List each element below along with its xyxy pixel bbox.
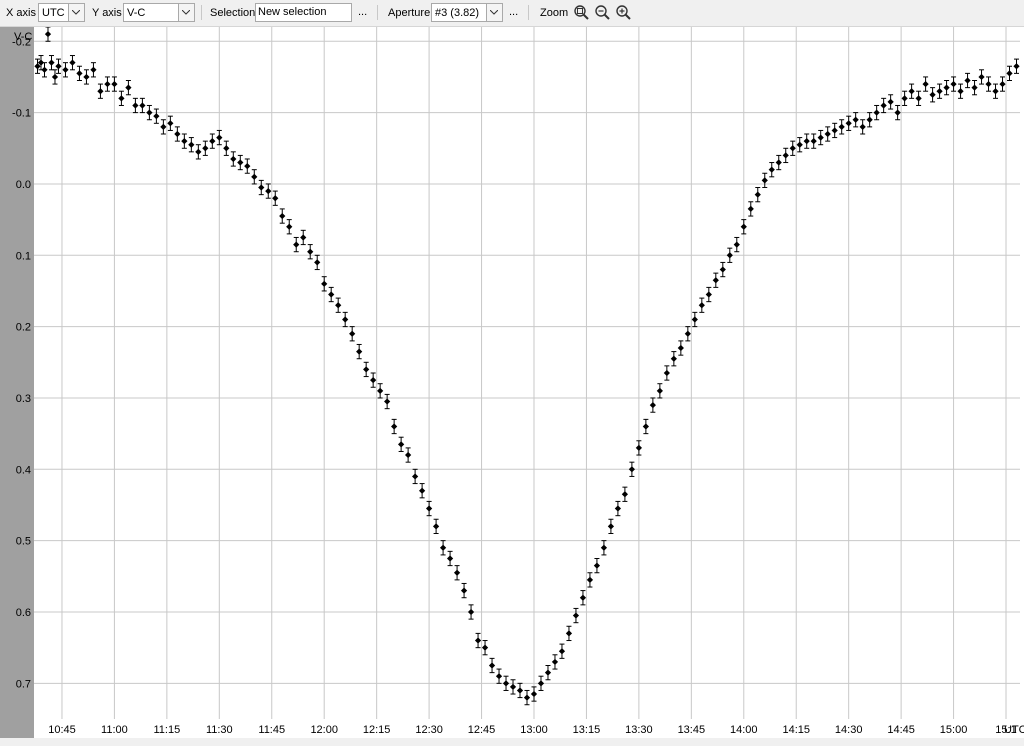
x-tick-label: 11:15 bbox=[154, 724, 181, 736]
x-tick-label: 13:45 bbox=[678, 724, 706, 736]
x-tick-label: 13:00 bbox=[520, 724, 548, 736]
x-tick-label: 10:45 bbox=[48, 724, 76, 736]
aperture-value: #3 (3.82) bbox=[435, 7, 480, 19]
x-axis-label: X axis bbox=[6, 7, 36, 19]
y-axis-title: V-C bbox=[14, 31, 32, 43]
x-tick-label: 12:45 bbox=[468, 724, 496, 736]
selection-label: Selection bbox=[210, 7, 256, 19]
toolbar-separator bbox=[528, 5, 529, 20]
y-axis-label: Y axis bbox=[92, 7, 122, 19]
zoom-out-icon[interactable] bbox=[594, 4, 612, 22]
toolbar-separator bbox=[201, 5, 202, 20]
y-tick-label: 0.6 bbox=[16, 607, 31, 619]
x-tick-label: 12:00 bbox=[310, 724, 338, 736]
toolbar-separator bbox=[377, 5, 378, 20]
y-tick-label: 0.7 bbox=[16, 678, 31, 690]
light-curve-chart[interactable]: -0.2 -0.1 0.0 0.1 0.2 0.3 0.4 0.5 0.6 0.7 10:45 11… bbox=[0, 26, 1024, 743]
selection-more-button[interactable]: ... bbox=[358, 6, 367, 18]
x-tick-label: 12:30 bbox=[415, 724, 443, 736]
chart-svg[interactable]: -0.2-0.10.00.10.20.30.40.50.60.7 10:45 11… bbox=[0, 26, 1024, 743]
y-tick-label: 0.4 bbox=[16, 464, 31, 476]
aperture-dropdown-button[interactable] bbox=[486, 4, 502, 21]
zoom-label: Zoom bbox=[540, 7, 569, 19]
x-tick-label: 11:00 bbox=[101, 724, 128, 736]
aperture-select[interactable]: #3 (3.82) bbox=[431, 3, 503, 22]
y-tick-label: 0.5 bbox=[16, 536, 31, 548]
zoom-fit-icon[interactable] bbox=[573, 4, 591, 22]
aperture-label: Aperture bbox=[388, 7, 431, 19]
x-tick-label: 12:15 bbox=[363, 724, 391, 736]
x-axis-select[interactable]: UTC bbox=[38, 3, 85, 22]
x-tick-label: 13:30 bbox=[625, 724, 653, 736]
selection-field[interactable] bbox=[255, 3, 352, 22]
plot-area[interactable] bbox=[34, 27, 1024, 719]
y-axis-dropdown-button[interactable] bbox=[178, 4, 194, 21]
zoom-in-icon[interactable] bbox=[615, 4, 633, 22]
y-tick-label: 0.1 bbox=[16, 250, 31, 262]
x-axis-dropdown-button[interactable] bbox=[68, 4, 84, 21]
aperture-more-button[interactable]: ... bbox=[509, 6, 518, 18]
x-tick-label: 14:45 bbox=[887, 724, 915, 736]
y-axis-value: V-C bbox=[127, 7, 146, 19]
chevron-down-icon bbox=[72, 10, 80, 15]
y-tick-label: -0.1 bbox=[12, 108, 31, 120]
x-tick-label: 14:15 bbox=[782, 724, 810, 736]
x-tick-label: 11:45 bbox=[258, 724, 285, 736]
status-bar bbox=[0, 738, 1024, 743]
chevron-down-icon bbox=[182, 10, 190, 15]
x-tick-label: 14:30 bbox=[835, 724, 863, 736]
y-tick-label: 0.0 bbox=[16, 179, 31, 191]
x-tick-label: 11:30 bbox=[206, 724, 233, 736]
y-tick-label: 0.2 bbox=[16, 322, 31, 334]
x-axis-value: UTC bbox=[42, 7, 65, 19]
x-axis-title: UTC bbox=[1004, 724, 1024, 736]
x-tick-label: 14:00 bbox=[730, 724, 758, 736]
y-axis-panel bbox=[0, 27, 34, 743]
y-tick-label: 0.3 bbox=[16, 393, 31, 405]
y-axis-select[interactable]: V-C bbox=[123, 3, 195, 22]
chevron-down-icon bbox=[490, 10, 498, 15]
toolbar: X axis UTC Y axis V-C Selection ... Aper… bbox=[0, 0, 1024, 27]
x-tick-label: 13:15 bbox=[573, 724, 601, 736]
selection-input[interactable] bbox=[258, 6, 348, 18]
x-tick-label: 15:00 bbox=[940, 724, 968, 736]
